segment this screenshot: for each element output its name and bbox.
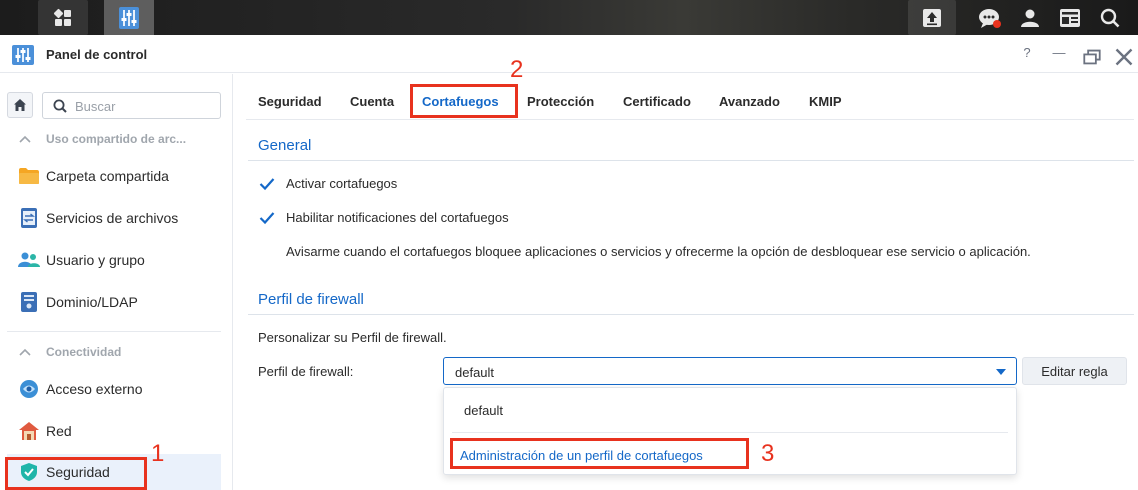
tab-account[interactable]: Cuenta bbox=[350, 94, 394, 109]
group-header-connectivity[interactable]: Conectividad bbox=[18, 345, 121, 359]
file-services-icon bbox=[18, 207, 40, 229]
annotation-box-security bbox=[5, 457, 147, 490]
control-panel-icon bbox=[119, 6, 139, 29]
firewall-profile-select[interactable]: default bbox=[443, 357, 1017, 385]
annotation-number-1: 1 bbox=[151, 440, 165, 467]
upload-button[interactable] bbox=[908, 0, 956, 35]
enable-firewall-checkbox[interactable] bbox=[258, 175, 276, 193]
home-icon bbox=[14, 99, 26, 111]
group-header-label: Uso compartido de arc... bbox=[46, 132, 187, 146]
sidebar-item-label: Servicios de archivos bbox=[46, 210, 179, 226]
tab-protection[interactable]: Protección bbox=[527, 94, 594, 109]
select-value: default bbox=[455, 365, 495, 380]
edit-rules-button[interactable]: Editar regla bbox=[1022, 357, 1127, 385]
sidebar-divider bbox=[7, 331, 221, 332]
group-header-file-sharing[interactable]: Uso compartido de arc... bbox=[18, 132, 186, 146]
search-input[interactable] bbox=[75, 98, 215, 114]
sidebar: Uso compartido de arc... Carpeta compart… bbox=[0, 74, 233, 490]
user-icon bbox=[1021, 9, 1039, 27]
window-titlebar: Panel de control ? — bbox=[0, 35, 1138, 73]
checkmark-icon bbox=[259, 212, 275, 225]
apps-grid-button[interactable] bbox=[38, 0, 88, 35]
sidebar-item-external-access[interactable]: Acceso externo bbox=[7, 371, 221, 407]
section-title-general: General bbox=[258, 137, 312, 154]
sidebar-item-label: Acceso externo bbox=[46, 381, 143, 397]
close-icon[interactable] bbox=[1115, 48, 1133, 66]
search-box bbox=[42, 92, 221, 119]
global-search-button[interactable] bbox=[1086, 0, 1134, 35]
tab-kmip[interactable]: KMIP bbox=[809, 94, 842, 109]
notifications-description: Avisarme cuando el cortafuegos bloquee a… bbox=[286, 244, 1031, 259]
apps-grid-icon bbox=[53, 8, 71, 26]
sidebar-item-label: Usuario y grupo bbox=[46, 252, 145, 268]
sidebar-item-users[interactable]: Usuario y grupo bbox=[7, 242, 221, 278]
tab-advanced[interactable]: Avanzado bbox=[719, 94, 780, 109]
enable-notifications-checkbox[interactable] bbox=[258, 209, 276, 227]
caret-down-icon bbox=[996, 369, 1006, 375]
section-divider bbox=[248, 314, 1134, 315]
sidebar-item-domain-ldap[interactable]: Dominio/LDAP bbox=[7, 284, 221, 320]
search-icon bbox=[53, 99, 67, 113]
profile-field-label: Perfil de firewall: bbox=[258, 364, 354, 379]
chevron-up-icon bbox=[19, 348, 31, 356]
minimize-icon[interactable]: — bbox=[1050, 45, 1068, 63]
sidebar-item-label: Carpeta compartida bbox=[46, 168, 169, 184]
annotation-box-manage-profile bbox=[450, 438, 749, 469]
control-panel-taskbar-button[interactable] bbox=[104, 0, 154, 35]
profile-description: Personalizar su Perfil de firewall. bbox=[258, 330, 447, 345]
control-panel-app-icon bbox=[12, 45, 34, 65]
section-divider bbox=[248, 160, 1134, 161]
annotation-number-2: 2 bbox=[510, 56, 524, 83]
upload-icon bbox=[923, 8, 941, 27]
taskbar bbox=[0, 0, 1138, 35]
help-icon[interactable]: ? bbox=[1018, 45, 1036, 63]
restore-icon[interactable] bbox=[1083, 48, 1101, 66]
external-access-icon bbox=[18, 378, 40, 400]
domain-icon bbox=[18, 291, 40, 313]
dropdown-option-default[interactable]: default bbox=[464, 403, 503, 418]
network-home-icon bbox=[18, 420, 40, 442]
tab-security[interactable]: Seguridad bbox=[258, 94, 322, 109]
annotation-number-3: 3 bbox=[761, 440, 775, 467]
tab-bar: Seguridad Cuenta Cortafuegos Protección … bbox=[246, 74, 1134, 120]
section-title-firewall-profile: Perfil de firewall bbox=[258, 291, 364, 308]
sidebar-item-file-services[interactable]: Servicios de archivos bbox=[7, 200, 221, 236]
group-header-label: Conectividad bbox=[46, 345, 122, 359]
enable-firewall-label[interactable]: Activar cortafuegos bbox=[286, 176, 397, 191]
sidebar-item-label: Red bbox=[46, 423, 72, 439]
folder-icon bbox=[18, 165, 40, 187]
window-title: Panel de control bbox=[46, 47, 148, 62]
chat-icon bbox=[979, 8, 1001, 28]
dropdown-divider bbox=[452, 432, 1008, 433]
home-button[interactable] bbox=[7, 92, 33, 118]
chevron-up-icon bbox=[19, 135, 31, 143]
sidebar-item-shared-folder[interactable]: Carpeta compartida bbox=[7, 158, 221, 194]
widgets-icon bbox=[1060, 8, 1080, 27]
annotation-box-firewall-tab bbox=[410, 84, 518, 118]
sidebar-item-label: Dominio/LDAP bbox=[46, 294, 138, 310]
tab-certificate[interactable]: Certificado bbox=[623, 94, 691, 109]
users-icon bbox=[18, 249, 40, 271]
search-icon bbox=[1100, 8, 1120, 27]
enable-notifications-label[interactable]: Habilitar notificaciones del cortafuegos bbox=[286, 210, 509, 225]
checkmark-icon bbox=[259, 178, 275, 191]
sidebar-item-network[interactable]: Red bbox=[7, 413, 221, 449]
